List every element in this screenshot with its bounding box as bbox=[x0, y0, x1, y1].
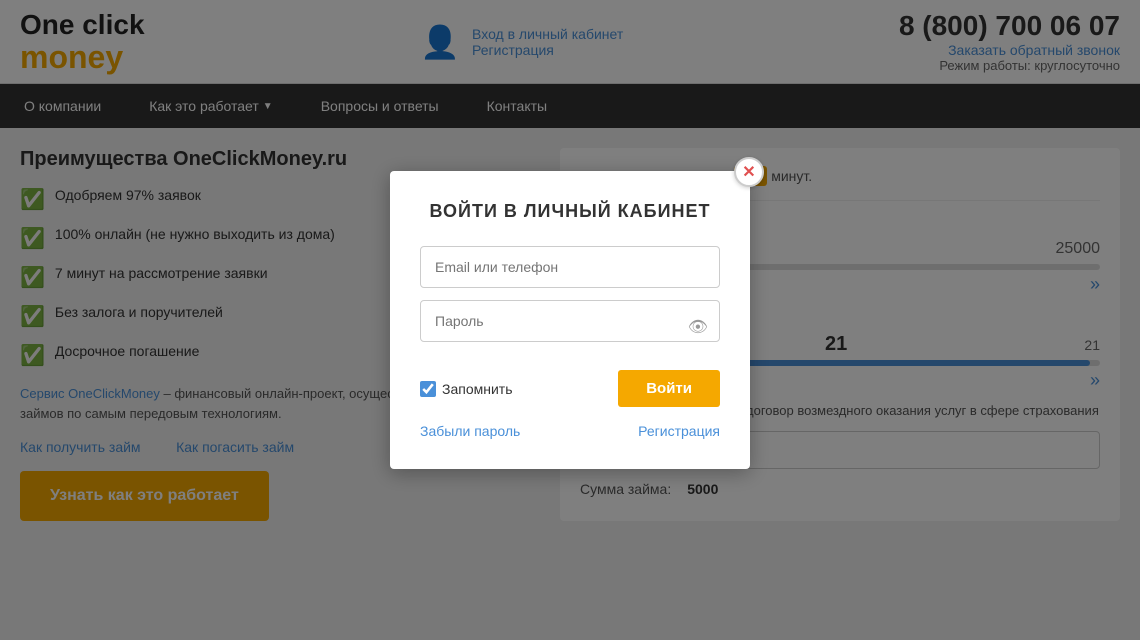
remember-text: Запомнить bbox=[442, 381, 513, 397]
modal-links: Забыли пароль Регистрация bbox=[420, 423, 720, 439]
remember-label[interactable]: Запомнить bbox=[420, 381, 513, 397]
login-modal: ✕ ВОЙТИ В ЛИЧНЫЙ КАБИНЕТ 👁 Запомнить Вой… bbox=[390, 171, 750, 469]
eye-icon[interactable]: 👁 bbox=[688, 317, 708, 337]
forgot-password-link[interactable]: Забыли пароль bbox=[420, 423, 520, 439]
password-field[interactable] bbox=[420, 300, 720, 342]
password-wrapper: 👁 bbox=[420, 300, 720, 354]
remember-checkbox[interactable] bbox=[420, 381, 436, 397]
email-field[interactable] bbox=[420, 246, 720, 288]
modal-title: ВОЙТИ В ЛИЧНЫЙ КАБИНЕТ bbox=[420, 201, 720, 222]
modal-overlay[interactable]: ✕ ВОЙТИ В ЛИЧНЫЙ КАБИНЕТ 👁 Запомнить Вой… bbox=[0, 0, 1140, 640]
modal-actions: Запомнить Войти bbox=[420, 370, 720, 407]
modal-close-button[interactable]: ✕ bbox=[734, 157, 764, 187]
modal-register-link[interactable]: Регистрация bbox=[638, 423, 720, 439]
login-button[interactable]: Войти bbox=[618, 370, 720, 407]
